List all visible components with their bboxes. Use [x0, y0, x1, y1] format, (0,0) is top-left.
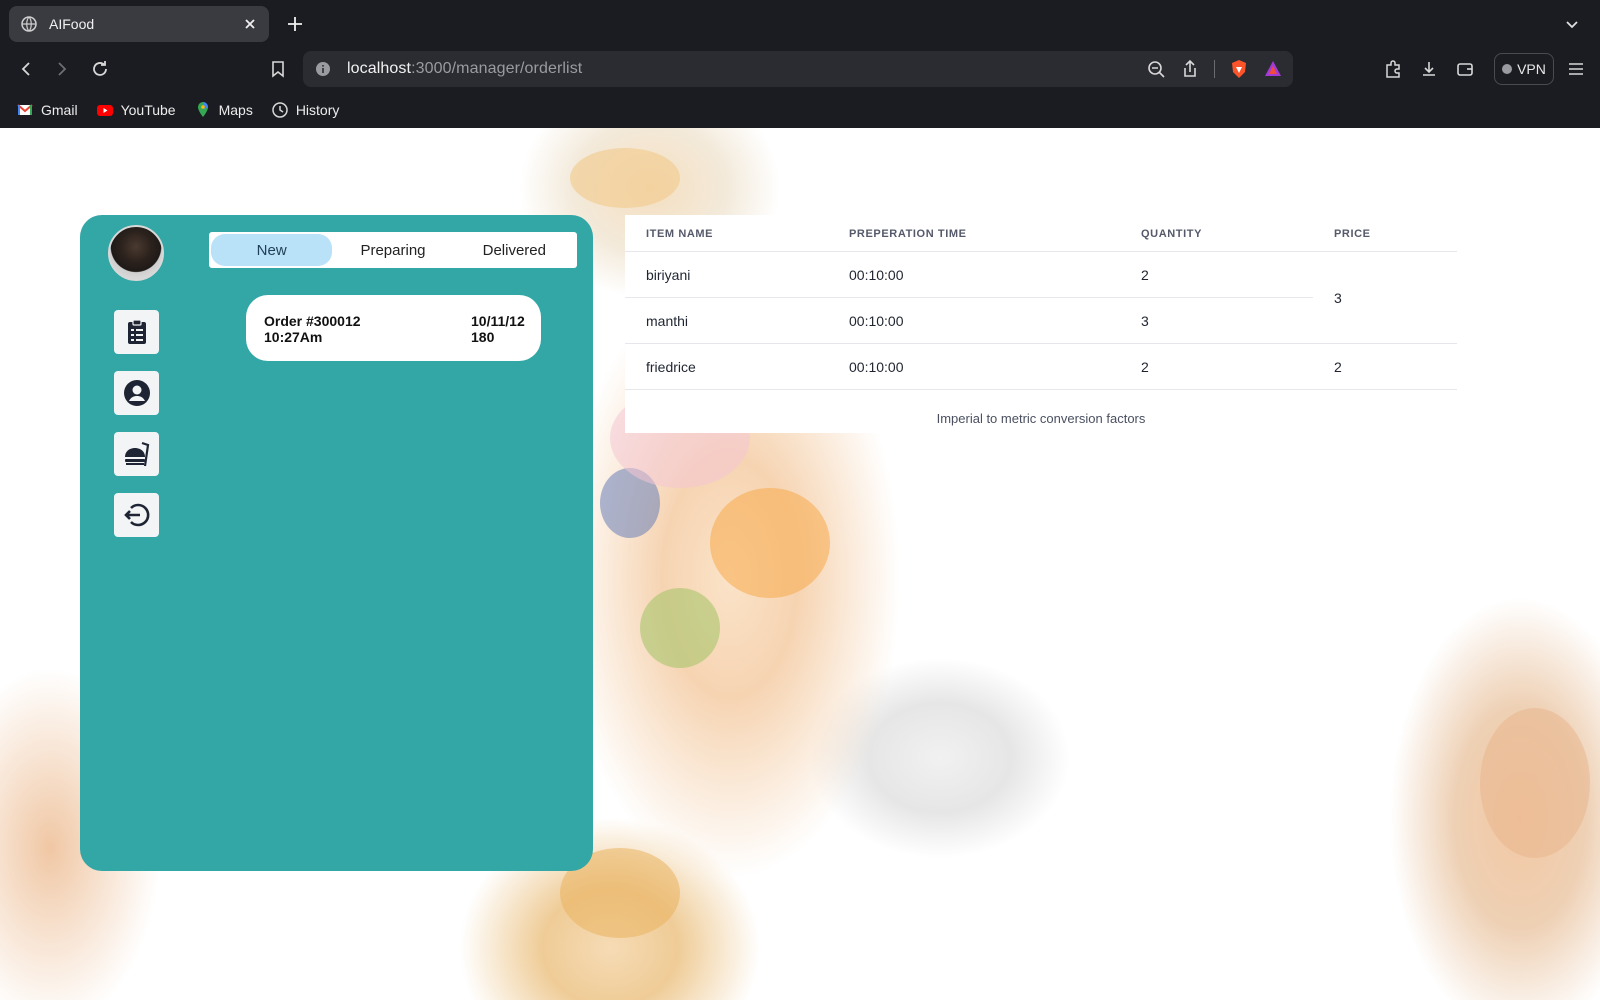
maps-icon	[197, 101, 208, 117]
avatar[interactable]	[108, 225, 164, 281]
order-total: 180	[471, 329, 495, 345]
order-status-tabs: New Preparing Delivered	[209, 232, 577, 268]
address-bar-actions	[1146, 59, 1283, 79]
zoom-out-icon[interactable]	[1146, 59, 1166, 79]
column-header-item-name: ITEM NAME	[646, 228, 714, 240]
food-icon	[124, 441, 149, 467]
cell-preparation-time: 00:10:00	[849, 359, 904, 375]
cell-quantity: 2	[1141, 267, 1149, 283]
order-number: Order #300012	[264, 313, 361, 329]
vpn-status-icon	[1502, 64, 1513, 74]
url-path: :3000/manager/orderlist	[411, 60, 583, 77]
share-icon[interactable]	[1180, 59, 1200, 79]
youtube-icon	[96, 104, 113, 116]
cell-item-name: manthi	[646, 313, 689, 329]
page-background: New Preparing Delivered Order #300012 10…	[0, 128, 1600, 1000]
cell-price: 2	[1334, 359, 1342, 375]
bookmark-label: YouTube	[120, 101, 176, 118]
browser-tab-bar: AIFood	[0, 0, 1600, 47]
tab-delivered[interactable]: Delivered	[454, 234, 575, 266]
tab-title: AIFood	[49, 16, 95, 32]
divider	[1214, 60, 1215, 78]
chevron-down-icon[interactable]	[1564, 16, 1580, 32]
globe-icon	[21, 16, 37, 32]
wallet-icon[interactable]	[1455, 59, 1475, 79]
brave-shield-icon[interactable]	[1229, 59, 1249, 79]
bookmark-label: Gmail	[41, 101, 78, 118]
sidebar-item-profile[interactable]	[114, 371, 159, 415]
address-bar[interactable]: localhost:3000/manager/orderlist	[303, 51, 1293, 87]
background-fruit	[710, 488, 830, 598]
cell-preparation-time: 00:10:00	[849, 267, 904, 283]
info-icon[interactable]	[315, 61, 331, 77]
reload-icon[interactable]	[90, 59, 110, 79]
bookmark-maps[interactable]: Maps	[194, 101, 253, 119]
sidebar-item-menu[interactable]	[114, 432, 159, 476]
divider	[625, 251, 1457, 252]
cell-quantity: 3	[1141, 313, 1149, 329]
toolbar-actions	[1383, 59, 1475, 79]
order-time: 10:27Am	[264, 329, 323, 345]
order-panel: New Preparing Delivered Order #300012 10…	[80, 215, 593, 871]
close-icon[interactable]	[243, 17, 257, 31]
column-header-quantity: QUANTITY	[1141, 228, 1203, 240]
new-tab-icon[interactable]	[285, 14, 305, 34]
tab-preparing[interactable]: Preparing	[332, 234, 453, 266]
rewards-icon[interactable]	[1263, 59, 1283, 79]
history-icon	[272, 101, 288, 118]
order-date: 10/11/12	[471, 313, 525, 329]
forward-icon[interactable]	[52, 59, 72, 79]
clipboard-icon	[127, 319, 146, 344]
background-fruit	[570, 148, 680, 208]
user-icon	[123, 380, 150, 406]
url-host: localhost	[347, 60, 412, 77]
download-icon[interactable]	[1419, 59, 1439, 79]
tab-new[interactable]: New	[211, 234, 333, 266]
column-header-preparation-time: PREPERATION TIME	[849, 228, 967, 240]
url-text: localhost:3000/manager/orderlist	[347, 60, 582, 78]
bookmarks-bar: Gmail YouTube Maps History	[0, 91, 1600, 128]
browser-toolbar: localhost:3000/manager/orderlist VPN	[0, 47, 1600, 91]
divider	[625, 297, 1313, 298]
cell-item-name: biriyani	[646, 267, 691, 283]
back-icon[interactable]	[16, 59, 36, 79]
cell-item-name: friedrice	[646, 359, 696, 375]
logout-icon	[123, 503, 149, 527]
cell-preparation-time: 00:10:00	[849, 313, 904, 329]
order-card[interactable]: Order #300012 10:27Am 10/11/12 180	[246, 295, 541, 361]
table-caption: Imperial to metric conversion factors	[936, 411, 1146, 426]
cell-price: 3	[1334, 290, 1342, 306]
divider	[625, 389, 1457, 390]
bookmark-gmail[interactable]: Gmail	[16, 101, 78, 119]
extensions-icon[interactable]	[1383, 59, 1403, 79]
sidebar-item-orders[interactable]	[114, 310, 159, 354]
order-items-table: ITEM NAME PREPERATION TIME QUANTITY PRIC…	[625, 215, 1457, 433]
sidebar-item-logout[interactable]	[114, 493, 159, 537]
bookmark-label: History	[295, 101, 340, 118]
menu-icon[interactable]	[1566, 59, 1586, 79]
browser-tab[interactable]: AIFood	[9, 6, 269, 42]
background-fruit	[640, 588, 720, 668]
gmail-icon	[17, 103, 33, 115]
bookmark-youtube[interactable]: YouTube	[96, 101, 176, 119]
column-header-price: PRICE	[1334, 228, 1371, 240]
vpn-label: VPN	[1517, 61, 1546, 77]
vpn-button[interactable]: VPN	[1494, 53, 1554, 85]
bookmark-label: Maps	[218, 101, 253, 118]
bookmark-icon[interactable]	[268, 59, 288, 79]
bookmark-history[interactable]: History	[271, 101, 340, 119]
cell-quantity: 2	[1141, 359, 1149, 375]
background-fruit	[1480, 708, 1590, 858]
divider	[625, 343, 1457, 344]
